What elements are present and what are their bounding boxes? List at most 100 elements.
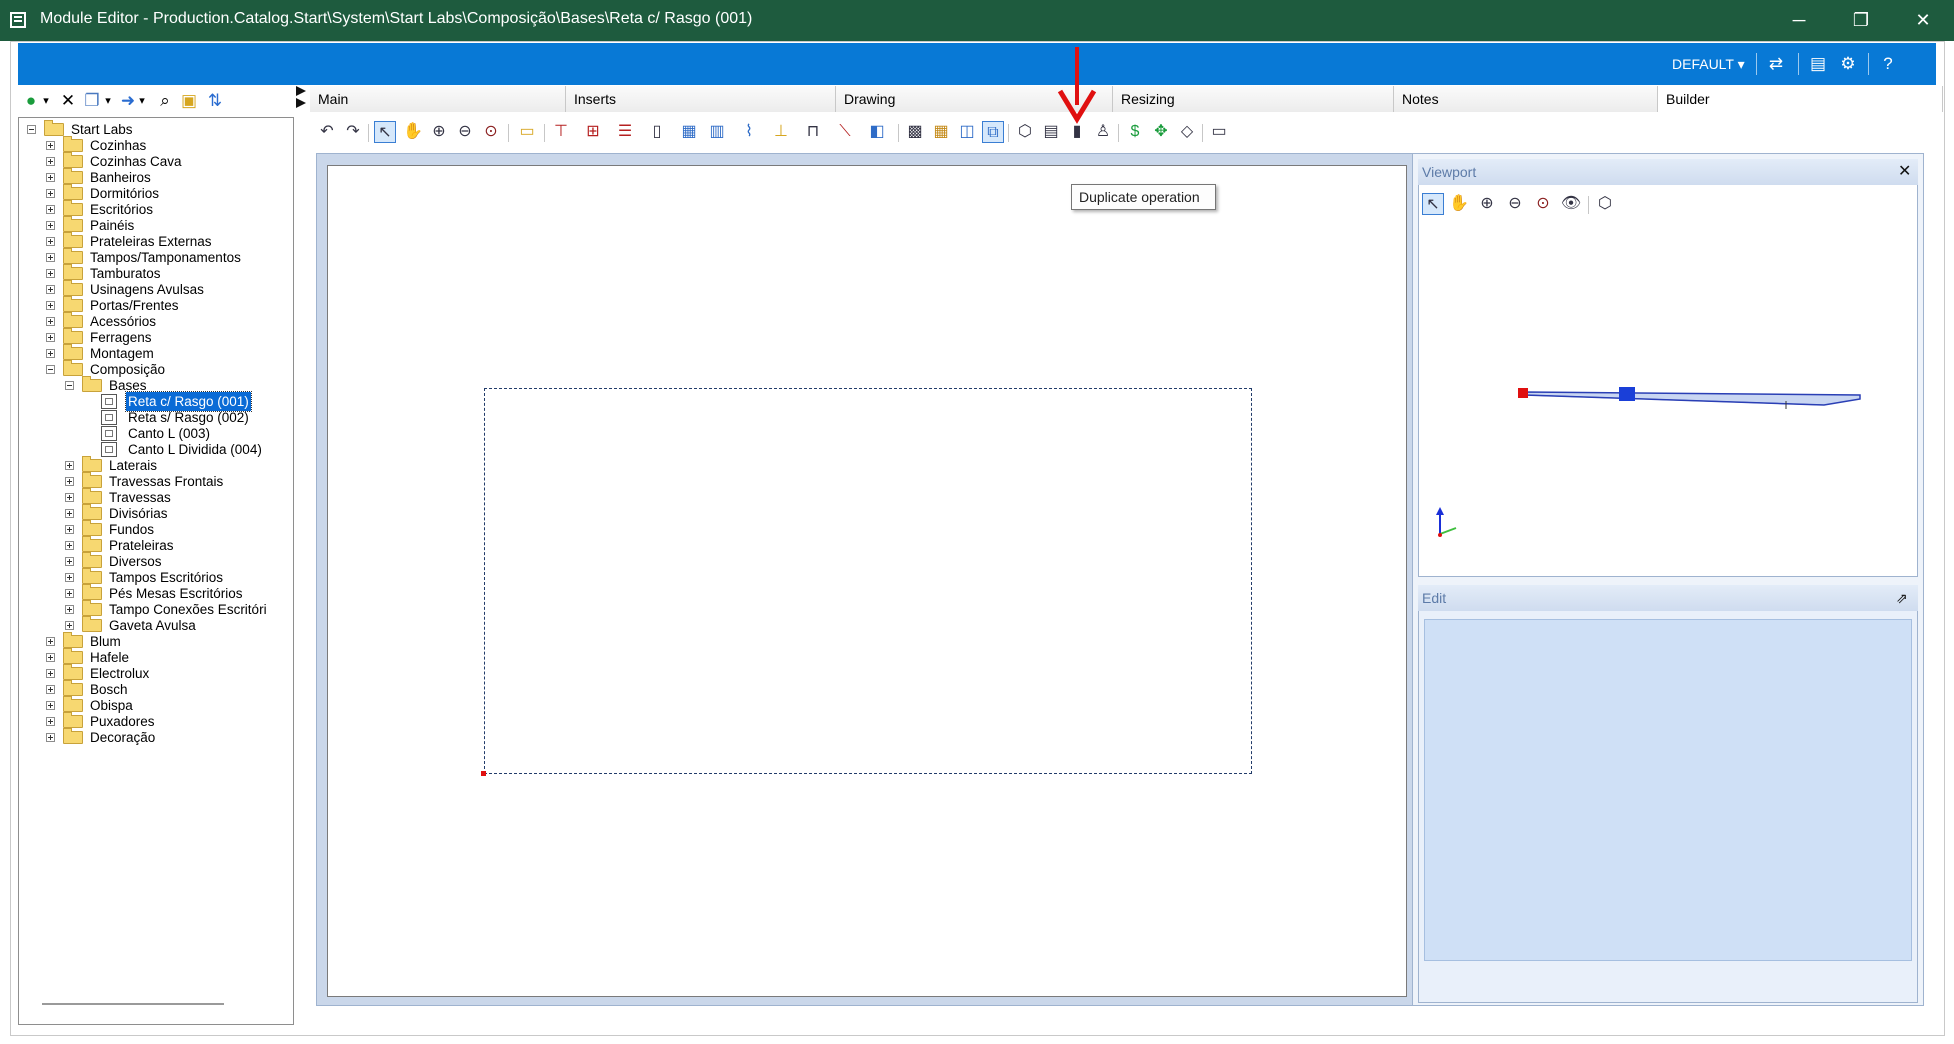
copy-icon[interactable]: ❐ xyxy=(82,91,102,111)
split-icon[interactable]: ◫ xyxy=(956,121,978,143)
view-options-icon[interactable]: ▭ xyxy=(1208,121,1230,143)
panel-icon[interactable]: ▤ xyxy=(1806,52,1830,76)
insert-drawer-icon[interactable]: ▥ xyxy=(706,121,728,143)
origin-point[interactable] xyxy=(481,771,486,776)
expand-icon[interactable] xyxy=(46,637,55,646)
collapse-icon[interactable] xyxy=(65,381,74,390)
insert-frame-icon[interactable]: ⊓ xyxy=(802,121,824,143)
expand-icon[interactable] xyxy=(65,541,74,550)
expand-icon[interactable] xyxy=(46,157,55,166)
expand-icon[interactable] xyxy=(65,589,74,598)
close-button[interactable]: ✕ xyxy=(1892,0,1954,41)
expand-icon[interactable] xyxy=(65,621,74,630)
zoom-window-icon[interactable]: ⊙ xyxy=(480,121,502,143)
insert-shelf-icon[interactable]: ☰ xyxy=(614,121,636,143)
splitter-arrow-icon[interactable] xyxy=(296,86,306,108)
3d-scene[interactable] xyxy=(1420,219,1916,575)
select-pointer-icon[interactable]: ↖ xyxy=(374,121,396,143)
expand-icon[interactable] xyxy=(46,189,55,198)
expand-icon[interactable] xyxy=(46,685,55,694)
expand-icon[interactable] xyxy=(46,141,55,150)
new-note-icon[interactable]: ▭ xyxy=(516,121,538,143)
insert-curve-icon[interactable]: ⌇ xyxy=(738,121,760,143)
expand-icon[interactable] xyxy=(46,205,55,214)
zoom-extents-icon[interactable]: ⊕ xyxy=(428,121,450,143)
expand-icon[interactable] xyxy=(46,237,55,246)
undo-icon[interactable]: ↶ xyxy=(316,121,338,143)
insert-rows-icon[interactable]: ▦ xyxy=(678,121,700,143)
tab-inserts[interactable]: Inserts xyxy=(566,86,836,112)
insert-panel-icon[interactable]: ▯ xyxy=(646,121,668,143)
viewport-close-button[interactable]: ✕ xyxy=(1898,159,1911,185)
insert-base-icon[interactable]: ⊥ xyxy=(770,121,792,143)
profile-dropdown[interactable]: DEFAULT ▾ xyxy=(1672,56,1745,73)
expand-icon[interactable] xyxy=(46,333,55,342)
view-cube-icon[interactable]: ⬡ xyxy=(1594,193,1616,215)
minimize-button[interactable]: ─ xyxy=(1768,0,1830,41)
expand-icon[interactable] xyxy=(46,317,55,326)
pan-hand-icon[interactable]: ✋ xyxy=(1448,193,1470,215)
expand-icon[interactable] xyxy=(46,253,55,262)
insert-line-icon[interactable]: ⟍ xyxy=(834,121,856,143)
zoom-extents-icon[interactable]: ⊕ xyxy=(1476,193,1498,215)
expand-icon[interactable] xyxy=(46,301,55,310)
insert-hinge-icon[interactable]: ⊤ xyxy=(550,121,572,143)
select-pointer-icon[interactable]: ↖ xyxy=(1422,193,1444,215)
expand-icon[interactable] xyxy=(65,493,74,502)
dropdown-icon[interactable]: ▾ xyxy=(102,91,114,111)
tab-builder[interactable]: Builder xyxy=(1658,86,1943,112)
orbit-icon[interactable]: 👁 xyxy=(1560,193,1582,215)
go-icon[interactable]: ● xyxy=(20,91,42,111)
expand-icon[interactable] xyxy=(65,525,74,534)
redo-icon[interactable]: ↷ xyxy=(342,121,364,143)
tree-scrollbar[interactable] xyxy=(42,1003,224,1005)
dropdown-icon[interactable]: ▾ xyxy=(136,91,148,111)
expand-icon[interactable] xyxy=(65,461,74,470)
expand-icon[interactable] xyxy=(46,221,55,230)
tab-main[interactable]: Main xyxy=(310,86,566,112)
delete-icon[interactable]: ✕ xyxy=(58,91,78,111)
collapse-icon[interactable] xyxy=(27,125,36,134)
properties-icon[interactable]: ▩ xyxy=(904,121,926,143)
cube-icon[interactable]: ⬡ xyxy=(1014,121,1036,143)
insert-hardware-icon[interactable]: ⊞ xyxy=(582,121,604,143)
zoom-in-icon[interactable]: ⊖ xyxy=(1504,193,1526,215)
grid-icon[interactable]: ▦ xyxy=(930,121,952,143)
tab-notes[interactable]: Notes xyxy=(1394,86,1658,112)
help-icon[interactable]: ? xyxy=(1876,52,1900,76)
expand-icon[interactable] xyxy=(46,173,55,182)
sort-icon[interactable]: ⇅ xyxy=(204,91,226,111)
price-icon[interactable]: $ xyxy=(1124,121,1146,143)
pin-icon[interactable]: ⇗ xyxy=(1896,585,1908,611)
arrow-icon[interactable]: ➜ xyxy=(118,91,138,111)
pan-hand-icon[interactable]: ✋ xyxy=(402,121,424,143)
expand-icon[interactable] xyxy=(46,285,55,294)
restore-button[interactable]: ❐ xyxy=(1830,0,1892,41)
expand-icon[interactable] xyxy=(65,573,74,582)
find-icon[interactable]: ⌕ xyxy=(154,91,176,111)
refresh-icon[interactable]: ⇄ xyxy=(1764,52,1788,76)
expand-icon[interactable] xyxy=(65,477,74,486)
zoom-window-icon[interactable]: ⊙ xyxy=(1532,193,1554,215)
eraser-icon[interactable]: ◇ xyxy=(1176,121,1198,143)
dropdown-icon[interactable]: ▾ xyxy=(40,91,52,111)
expand-icon[interactable] xyxy=(46,701,55,710)
duplicate-operation-icon[interactable]: ⧉ xyxy=(982,121,1004,143)
zoom-in-icon[interactable]: ⊖ xyxy=(454,121,476,143)
expand-icon[interactable] xyxy=(46,669,55,678)
expand-icon[interactable] xyxy=(46,733,55,742)
expand-icon[interactable] xyxy=(65,557,74,566)
expand-icon[interactable] xyxy=(46,653,55,662)
expand-icon[interactable] xyxy=(46,717,55,726)
insert-group-icon[interactable]: ◧ xyxy=(866,121,888,143)
collapse-icon[interactable] xyxy=(46,365,55,374)
expand-icon[interactable] xyxy=(46,269,55,278)
expand-icon[interactable] xyxy=(65,509,74,518)
module-outline[interactable] xyxy=(484,388,1252,774)
expand-icon[interactable] xyxy=(65,605,74,614)
expand-icon[interactable] xyxy=(46,349,55,358)
tab-resizing[interactable]: Resizing xyxy=(1113,86,1394,112)
folder-icon[interactable]: ▣ xyxy=(178,91,200,111)
components-icon[interactable]: ✥ xyxy=(1150,121,1172,143)
settings-icon[interactable]: ⚙ xyxy=(1836,52,1860,76)
